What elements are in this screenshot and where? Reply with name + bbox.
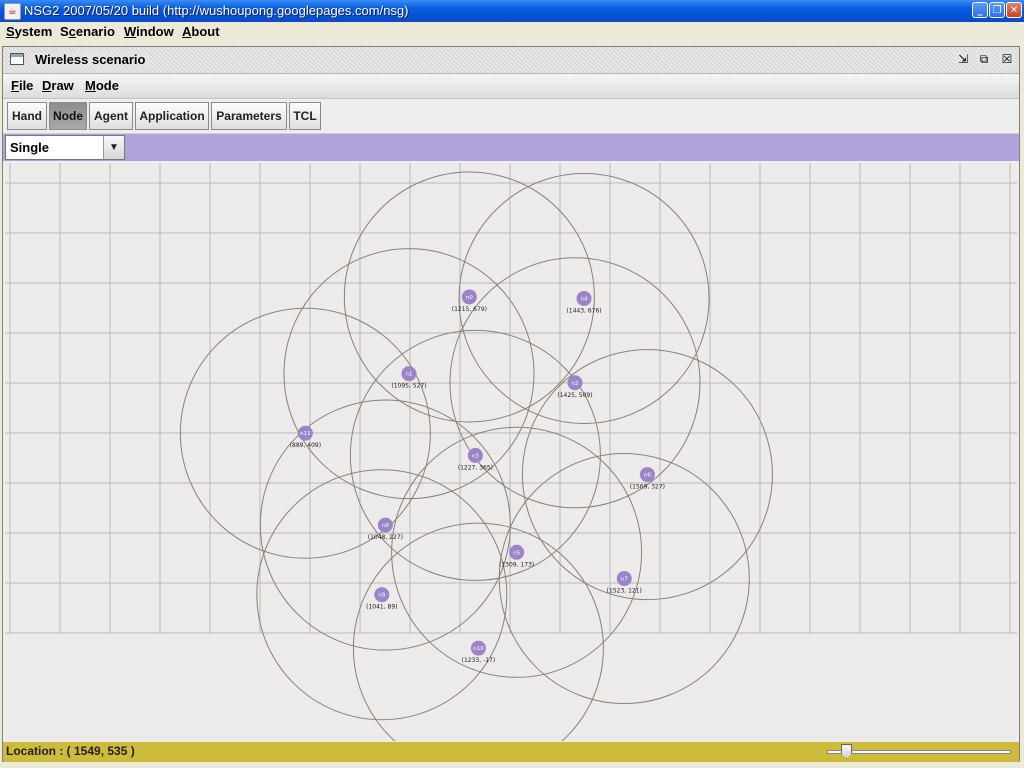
- node-coords: (889, 409): [290, 442, 321, 449]
- menu-draw[interactable]: Draw: [42, 78, 74, 93]
- node-n1[interactable]: n1 (1095, 527): [391, 366, 427, 390]
- node-coords: (1569, 327): [630, 484, 665, 491]
- node-label: n11: [300, 431, 310, 437]
- node-label: n4: [581, 296, 588, 302]
- node-label: n0: [466, 295, 473, 301]
- chevron-down-icon[interactable]: ▼: [103, 136, 124, 159]
- node-coords: (1425, 509): [557, 392, 592, 399]
- node-label: n2: [571, 381, 578, 387]
- node-label: n9: [378, 593, 385, 599]
- menu-window[interactable]: Window: [124, 24, 174, 39]
- node-label: n5: [513, 550, 520, 556]
- range-circle-n10: [352, 522, 604, 741]
- maximize-icon: ❐: [992, 5, 1002, 16]
- node-coords: (1309, 173): [499, 561, 534, 568]
- parameters-button[interactable]: Parameters: [211, 102, 287, 130]
- frame-titlebar[interactable]: Wireless scenario ⇲ ⧉ ☒: [3, 47, 1019, 74]
- scenario-svg[interactable]: n0(1215, 679)n4(1443, 676)n1(1095, 527) n…: [5, 163, 1017, 741]
- hand-button[interactable]: Hand: [7, 102, 47, 130]
- node-n0[interactable]: n0 (1215, 679): [452, 289, 487, 313]
- wireless-scenario-frame: Wireless scenario ⇲ ⧉ ☒ File Draw Mode H…: [2, 46, 1020, 762]
- menu-system[interactable]: System: [6, 24, 52, 39]
- node-layer: n0(1215, 679)n4(1443, 676)n1(1095, 527) n…: [290, 289, 665, 664]
- application-button[interactable]: Application: [135, 102, 209, 130]
- node-n5[interactable]: n5 (1309, 173): [499, 544, 534, 569]
- mode-select-value: Single: [10, 140, 50, 155]
- menu-file[interactable]: File: [11, 78, 33, 93]
- frame-title: Wireless scenario: [31, 52, 150, 67]
- close-icon: ✕: [1009, 5, 1019, 16]
- node-label: n10: [473, 646, 484, 652]
- scenario-canvas[interactable]: n0 (1215, 679) n4 (1443, 676) n1 (1095, 527) n…: [5, 163, 1017, 741]
- mode-select[interactable]: Single ▼: [5, 135, 125, 160]
- zoom-slider-track: [827, 750, 1011, 754]
- node-n8[interactable]: n8 (1048, 227): [368, 517, 403, 542]
- frame-close-button[interactable]: ☒: [999, 52, 1015, 67]
- close-button[interactable]: ✕: [1006, 2, 1022, 18]
- menu-scenario[interactable]: Scenario: [60, 24, 115, 39]
- node-coords: (1215, 679): [452, 306, 487, 313]
- node-coords: (1048, 227): [368, 534, 403, 541]
- node-coords: (1227, 365): [458, 464, 493, 471]
- frame-menubar: File Draw Mode: [3, 74, 1019, 99]
- node-coords: (1233, -17): [462, 657, 496, 664]
- minimize-button[interactable]: _: [972, 2, 988, 18]
- mode-bar: Single ▼: [3, 134, 1019, 161]
- node-n10[interactable]: n10 (1233, -17): [462, 640, 496, 665]
- restore-icon: ⧉: [979, 52, 989, 66]
- node-label: n6: [644, 473, 651, 479]
- window-titlebar: ☕ NSG2 2007/05/20 build (http://wushoupo…: [0, 0, 1024, 22]
- menu-mode[interactable]: Mode: [85, 78, 119, 93]
- frame-window-icon: [10, 53, 24, 65]
- zoom-slider-thumb[interactable]: [841, 744, 852, 759]
- node-label: n1: [405, 372, 412, 378]
- frame-toolbar: Hand Node Agent Application Parameters T…: [3, 99, 1019, 134]
- node-label: n8: [382, 523, 389, 529]
- node-n9[interactable]: n9 (1041, 89): [366, 587, 398, 611]
- zoom-slider[interactable]: [827, 744, 1011, 759]
- node-n4[interactable]: n4 (1443, 676): [566, 290, 602, 315]
- tcl-button[interactable]: TCL: [289, 102, 321, 130]
- node-n11[interactable]: n11 (889, 409): [290, 425, 321, 450]
- node-label: n7: [621, 577, 628, 583]
- frame-restore-button[interactable]: ⧉: [976, 52, 992, 67]
- minimize-icon: _: [977, 5, 983, 16]
- status-bar: Location : ( 1549, 535 ): [3, 742, 1019, 762]
- java-cup-icon: ☕: [4, 3, 21, 20]
- close-icon: ☒: [1001, 52, 1013, 66]
- node-coords: (1041, 89): [366, 604, 397, 611]
- agent-button[interactable]: Agent: [89, 102, 133, 130]
- location-readout: Location : ( 1549, 535 ): [6, 744, 135, 758]
- node-coords: (1523, 121): [607, 588, 642, 595]
- node-n2[interactable]: n2 (1425, 509): [557, 375, 593, 399]
- node-coords: (1095, 527): [391, 383, 426, 390]
- node-button[interactable]: Node: [49, 102, 87, 130]
- node-label: n3: [472, 453, 479, 459]
- maximize-button[interactable]: ❐: [989, 2, 1005, 18]
- node-n3[interactable]: n3 (1227, 365): [458, 447, 493, 472]
- main-menubar: System Scenario Window About: [0, 22, 1024, 42]
- iconify-icon: ⇲: [957, 52, 969, 66]
- frame-iconify-button[interactable]: ⇲: [955, 52, 971, 67]
- node-coords: (1443, 676): [566, 307, 601, 314]
- window-title: NSG2 2007/05/20 build (http://wushoupong…: [24, 3, 409, 18]
- menu-about[interactable]: About: [182, 24, 220, 39]
